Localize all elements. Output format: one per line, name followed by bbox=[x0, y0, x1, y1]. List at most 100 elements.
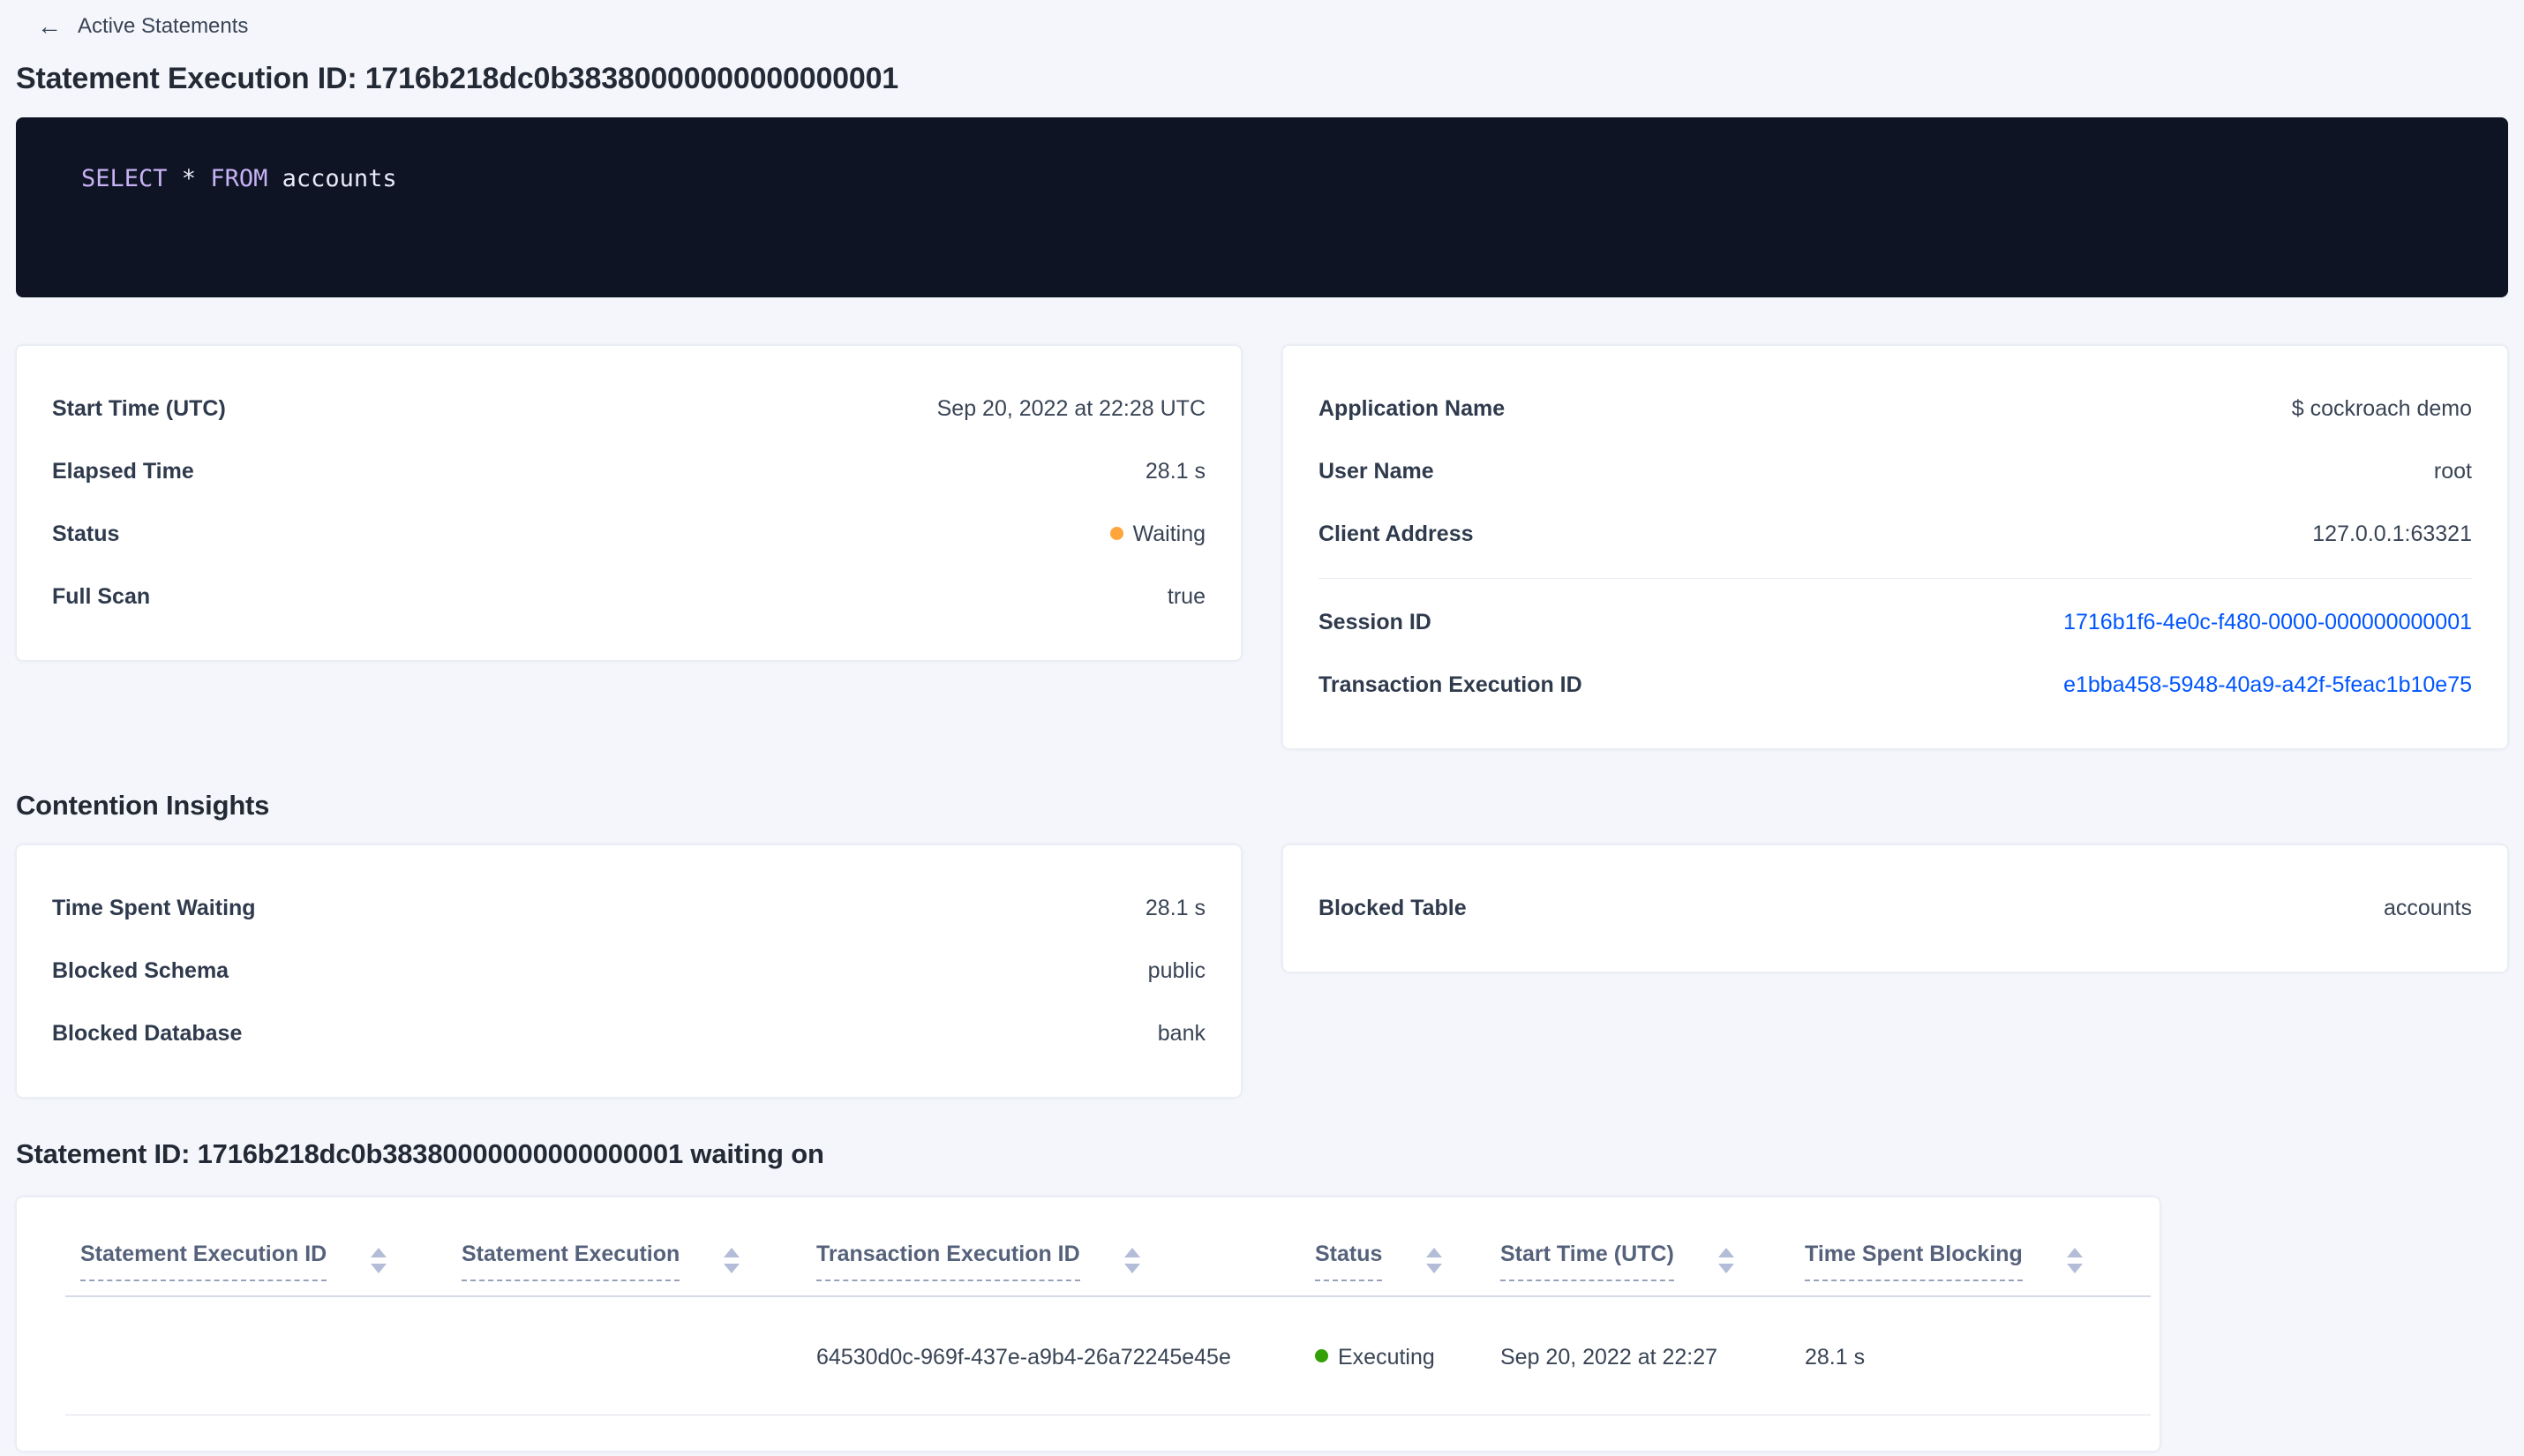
column-header-status[interactable]: Status bbox=[1315, 1242, 1500, 1281]
sort-down-icon[interactable] bbox=[1123, 1264, 1140, 1273]
sql-statement-box: SELECT * FROM accounts bbox=[16, 117, 2508, 297]
row-blocked-table: Blocked Table accounts bbox=[1318, 877, 2472, 940]
sort-up-icon[interactable] bbox=[1123, 1248, 1140, 1257]
kv-value: 28.1 s bbox=[1145, 459, 1206, 484]
contention-waiting-card: Time Spent Waiting 28.1 s Blocked Schema… bbox=[16, 844, 1242, 1098]
row-start-time-utc: Start Time (UTC) Sep 20, 2022 at 22:28 U… bbox=[52, 378, 1206, 440]
cell-time-spent-blocking: 28.1 s bbox=[1805, 1345, 1866, 1370]
status-text: Executing bbox=[1338, 1345, 1435, 1370]
sort-up-icon[interactable] bbox=[2066, 1248, 2083, 1257]
kv-label: Blocked Table bbox=[1318, 896, 1467, 920]
kv-label: Client Address bbox=[1318, 522, 1474, 546]
kv-value: true bbox=[1167, 584, 1206, 609]
sort-up-icon[interactable] bbox=[724, 1248, 740, 1257]
kv-value: accounts bbox=[2383, 896, 2472, 920]
kv-label: Application Name bbox=[1318, 396, 1506, 421]
column-header-statement-execution-id[interactable]: Statement Execution ID bbox=[80, 1242, 462, 1281]
session-details-card: Application Name $ cockroach demo User N… bbox=[1282, 345, 2508, 749]
row-application-name: Application Name $ cockroach demo bbox=[1318, 378, 2472, 440]
status-badge: Waiting bbox=[1109, 522, 1206, 547]
kv-label: User Name bbox=[1318, 459, 1434, 484]
contention-insights-heading: Contention Insights bbox=[16, 790, 270, 821]
sort-down-icon[interactable] bbox=[371, 1264, 387, 1273]
status-text: Waiting bbox=[1132, 522, 1206, 546]
column-header-label[interactable]: Status bbox=[1315, 1242, 1383, 1281]
cell-statement-execution bbox=[462, 1345, 816, 1370]
sort-icon[interactable] bbox=[1123, 1248, 1140, 1273]
row-blocked-schema: Blocked Schema public bbox=[52, 940, 1206, 1002]
row-session-id: Session ID 1716b1f6-4e0c-f480-0000-00000… bbox=[1318, 591, 2472, 654]
session-id-link[interactable]: 1716b1f6-4e0c-f480-0000-000000000001 bbox=[2063, 610, 2472, 635]
column-header-label[interactable]: Statement Execution bbox=[462, 1242, 680, 1281]
column-header-label[interactable]: Transaction Execution ID bbox=[816, 1242, 1080, 1281]
kv-value: 28.1 s bbox=[1145, 896, 1206, 920]
statement-overview-card: Start Time (UTC) Sep 20, 2022 at 22:28 U… bbox=[16, 345, 1242, 661]
sort-down-icon[interactable] bbox=[1717, 1264, 1734, 1273]
kv-value: public bbox=[1147, 958, 1206, 983]
row-client-address: Client Address 127.0.0.1:63321 bbox=[1318, 503, 2472, 566]
sort-up-icon[interactable] bbox=[371, 1248, 387, 1257]
back-arrow-icon[interactable]: ← bbox=[37, 14, 62, 39]
cell-transaction-execution-id: 64530d0c-969f-437e-a9b4-26a72245e45e bbox=[816, 1345, 1231, 1370]
card-divider bbox=[1318, 578, 2472, 579]
column-header-label[interactable]: Start Time (UTC) bbox=[1500, 1242, 1674, 1281]
kv-label: Session ID bbox=[1318, 610, 1431, 634]
active-statement-details-page: ← Active Statements Statement Execution … bbox=[0, 0, 2524, 1452]
row-elapsed-time: Elapsed Time 28.1 s bbox=[52, 440, 1206, 503]
kv-value: $ cockroach demo bbox=[2291, 396, 2472, 421]
kv-label: Blocked Database bbox=[52, 1021, 243, 1046]
table-header-row: Statement Execution ID Statement Executi… bbox=[17, 1242, 2160, 1281]
kv-label: Time Spent Waiting bbox=[52, 896, 256, 920]
kv-label: Blocked Schema bbox=[52, 958, 229, 983]
row-user-name: User Name root bbox=[1318, 440, 2472, 503]
table-row: 64530d0c-969f-437e-a9b4-26a72245e45e Exe… bbox=[17, 1297, 2160, 1415]
column-header-label[interactable]: Statement Execution ID bbox=[80, 1242, 327, 1281]
back-link[interactable]: ← Active Statements bbox=[37, 14, 248, 39]
sort-icon[interactable] bbox=[2066, 1248, 2083, 1273]
sort-icon[interactable] bbox=[371, 1248, 387, 1273]
column-header-transaction-execution-id[interactable]: Transaction Execution ID bbox=[816, 1242, 1315, 1281]
sort-up-icon[interactable] bbox=[1426, 1248, 1443, 1257]
cell-status: Executing bbox=[1315, 1345, 1500, 1370]
sort-icon[interactable] bbox=[1717, 1248, 1734, 1273]
kv-label: Transaction Execution ID bbox=[1318, 672, 1582, 697]
transaction-execution-id-link[interactable]: e1bba458-5948-40a9-a42f-5feac1b10e75 bbox=[2063, 672, 2472, 698]
sort-up-icon[interactable] bbox=[1717, 1248, 1734, 1257]
kv-value: 127.0.0.1:63321 bbox=[2312, 522, 2472, 546]
waiting-on-heading: Statement ID: 1716b218dc0b38380000000000… bbox=[16, 1138, 824, 1169]
kv-value: root bbox=[2433, 459, 2472, 484]
sort-icon[interactable] bbox=[1426, 1248, 1443, 1273]
summary-cards-row: Start Time (UTC) Sep 20, 2022 at 22:28 U… bbox=[16, 345, 2508, 749]
column-header-start-time[interactable]: Start Time (UTC) bbox=[1500, 1242, 1805, 1281]
sql-text: * bbox=[167, 165, 211, 192]
kv-value: bank bbox=[1157, 1021, 1206, 1046]
blocked-table-card: Blocked Table accounts bbox=[1282, 844, 2508, 972]
row-transaction-execution-id: Transaction Execution ID e1bba458-5948-4… bbox=[1318, 654, 2472, 717]
row-blocked-database: Blocked Database bank bbox=[52, 1002, 1206, 1065]
kv-label: Start Time (UTC) bbox=[52, 396, 226, 421]
cell-statement-execution-id bbox=[80, 1345, 462, 1370]
page-title: Statement Execution ID: 1716b218dc0b3838… bbox=[16, 62, 898, 95]
executing-status-dot-icon bbox=[1315, 1349, 1328, 1362]
sort-icon[interactable] bbox=[724, 1248, 740, 1273]
column-header-time-spent-blocking[interactable]: Time Spent Blocking bbox=[1805, 1242, 2142, 1281]
row-status: Status Waiting bbox=[52, 503, 1206, 566]
sql-keyword: SELECT bbox=[81, 165, 168, 192]
contention-cards-row: Time Spent Waiting 28.1 s Blocked Schema… bbox=[16, 844, 2508, 1098]
column-header-label[interactable]: Time Spent Blocking bbox=[1805, 1242, 2023, 1281]
sort-down-icon[interactable] bbox=[1426, 1264, 1443, 1273]
back-link-label[interactable]: Active Statements bbox=[78, 14, 248, 39]
cell-start-time: Sep 20, 2022 at 22:27 bbox=[1500, 1345, 1718, 1370]
kv-value: Sep 20, 2022 at 22:28 UTC bbox=[936, 396, 1206, 421]
row-time-spent-waiting: Time Spent Waiting 28.1 s bbox=[52, 877, 1206, 940]
kv-label: Status bbox=[52, 522, 120, 546]
kv-label: Elapsed Time bbox=[52, 459, 194, 484]
column-header-statement-execution[interactable]: Statement Execution bbox=[462, 1242, 816, 1281]
sql-keyword: FROM bbox=[210, 165, 268, 192]
kv-label: Full Scan bbox=[52, 584, 151, 609]
row-full-scan: Full Scan true bbox=[52, 566, 1206, 628]
waiting-statements-table: Statement Execution ID Statement Executi… bbox=[16, 1197, 2160, 1452]
sort-down-icon[interactable] bbox=[2066, 1264, 2083, 1273]
sort-down-icon[interactable] bbox=[724, 1264, 740, 1273]
sql-text: accounts bbox=[267, 165, 397, 192]
